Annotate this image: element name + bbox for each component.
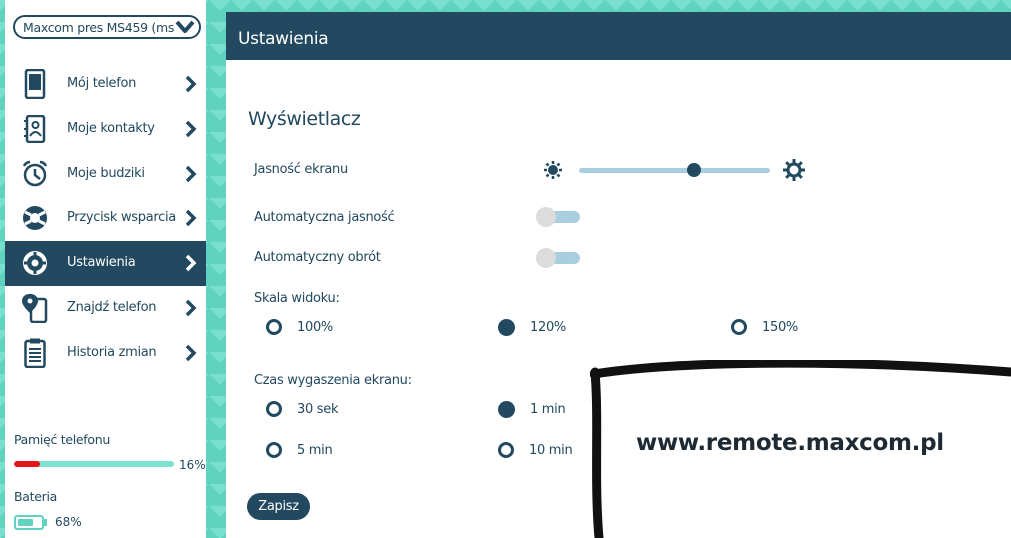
memory-usage-bar bbox=[14, 461, 174, 467]
sidebar-item-label: Moje kontakty bbox=[67, 120, 155, 136]
page-header: Ustawienia bbox=[226, 12, 1011, 60]
battery-icon bbox=[14, 515, 44, 530]
sidebar-item-label: Moje budziki bbox=[67, 165, 145, 181]
radio-dot bbox=[266, 401, 282, 417]
toggle-knob bbox=[536, 207, 556, 227]
auto-brightness-label: Automatyczna jasność bbox=[254, 210, 395, 225]
gear-icon bbox=[21, 249, 49, 277]
brightness-high-icon bbox=[783, 159, 805, 181]
radio-label: 100% bbox=[297, 319, 333, 335]
sidebar-item-label: Ustawienia bbox=[67, 255, 136, 271]
brightness-slider-thumb[interactable] bbox=[686, 163, 701, 177]
radio-label: 10 min bbox=[529, 442, 573, 458]
scale-label: Skala widoku: bbox=[254, 291, 340, 306]
contacts-icon bbox=[21, 114, 49, 143]
chevron-right-icon bbox=[185, 344, 197, 362]
sidebar-nav: Mój telefon Moje kontakty Moje budziki P… bbox=[5, 62, 206, 376]
device-select-value: Maxcom pres MS459 (ms bbox=[23, 20, 175, 35]
battery-tip bbox=[44, 519, 47, 526]
alarm-clock-icon bbox=[21, 160, 49, 188]
page-title: Ustawienia bbox=[238, 29, 329, 49]
device-select[interactable]: Maxcom pres MS459 (ms bbox=[13, 15, 201, 39]
scale-option-150[interactable]: 150% bbox=[731, 319, 798, 335]
radio-label: 1 min bbox=[530, 402, 566, 417]
radio-label: 150% bbox=[762, 319, 798, 335]
radio-dot bbox=[731, 319, 747, 335]
sidebar-item-label: Historia zmian bbox=[67, 344, 157, 360]
auto-brightness-toggle[interactable] bbox=[536, 207, 580, 227]
lifebuoy-icon bbox=[21, 204, 49, 232]
timeout-option-30s[interactable]: 30 sek bbox=[266, 401, 338, 417]
radio-label: 30 sek bbox=[297, 401, 339, 417]
battery-level-fill bbox=[18, 519, 33, 526]
clipboard-icon bbox=[21, 338, 49, 368]
scale-option-100[interactable]: 100% bbox=[266, 319, 333, 335]
auto-rotate-label: Automatyczny obrót bbox=[254, 250, 381, 265]
battery-percent: 68% bbox=[55, 515, 82, 529]
memory-usage-fill bbox=[14, 461, 40, 467]
sidebar-item-contacts[interactable]: Moje kontakty bbox=[5, 107, 206, 152]
sidebar: Maxcom pres MS459 (ms Mój telefon Moje k… bbox=[5, 0, 206, 538]
url-text: www.remote.maxcom.pl bbox=[636, 430, 944, 456]
timeout-label: Czas wygaszenia ekranu: bbox=[254, 373, 412, 388]
sidebar-item-change-history[interactable]: Historia zmian bbox=[5, 331, 206, 376]
memory-label: Pamięć telefonu bbox=[14, 432, 110, 447]
sidebar-item-label: Znajdź telefon bbox=[67, 299, 157, 315]
toggle-knob bbox=[536, 248, 556, 268]
chevron-right-icon bbox=[185, 254, 197, 272]
chevron-right-icon bbox=[185, 75, 197, 93]
memory-percent: 16% bbox=[179, 458, 206, 472]
scale-option-120[interactable]: 120% bbox=[498, 319, 566, 336]
chevron-right-icon bbox=[185, 299, 197, 317]
radio-dot bbox=[498, 401, 515, 418]
phone-icon bbox=[21, 69, 49, 99]
sidebar-item-my-phone[interactable]: Mój telefon bbox=[5, 62, 206, 107]
auto-rotate-toggle[interactable] bbox=[536, 248, 580, 268]
battery-label: Bateria bbox=[14, 489, 57, 504]
sidebar-item-settings[interactable]: Ustawienia bbox=[5, 241, 206, 286]
location-phone-icon bbox=[21, 293, 49, 323]
section-title-display: Wyświetlacz bbox=[248, 108, 361, 130]
sidebar-item-label: Mój telefon bbox=[67, 76, 137, 91]
url-overlay-note: www.remote.maxcom.pl bbox=[590, 360, 1011, 538]
sidebar-item-support-button[interactable]: Przycisk wsparcia bbox=[5, 196, 206, 241]
sidebar-item-label: Przycisk wsparcia bbox=[67, 210, 176, 226]
radio-dot bbox=[266, 319, 282, 335]
radio-label: 5 min bbox=[297, 442, 333, 458]
radio-dot bbox=[498, 319, 515, 336]
brightness-slider[interactable] bbox=[579, 163, 770, 177]
sidebar-item-alarms[interactable]: Moje budziki bbox=[5, 152, 206, 197]
timeout-option-1min[interactable]: 1 min bbox=[498, 401, 566, 418]
radio-dot bbox=[498, 442, 514, 458]
chevron-down-icon bbox=[175, 20, 195, 33]
timeout-option-5min[interactable]: 5 min bbox=[266, 442, 333, 458]
chevron-right-icon bbox=[185, 120, 197, 138]
radio-dot bbox=[266, 442, 282, 458]
timeout-option-10min[interactable]: 10 min bbox=[498, 442, 573, 458]
chevron-right-icon bbox=[185, 165, 197, 182]
save-button[interactable]: Zapisz bbox=[247, 493, 310, 520]
brightness-low-icon bbox=[544, 161, 562, 179]
chevron-right-icon bbox=[185, 210, 197, 227]
sidebar-item-find-phone[interactable]: Znajdź telefon bbox=[5, 286, 206, 331]
radio-label: 120% bbox=[530, 320, 566, 335]
brightness-label: Jasność ekranu bbox=[254, 162, 348, 177]
